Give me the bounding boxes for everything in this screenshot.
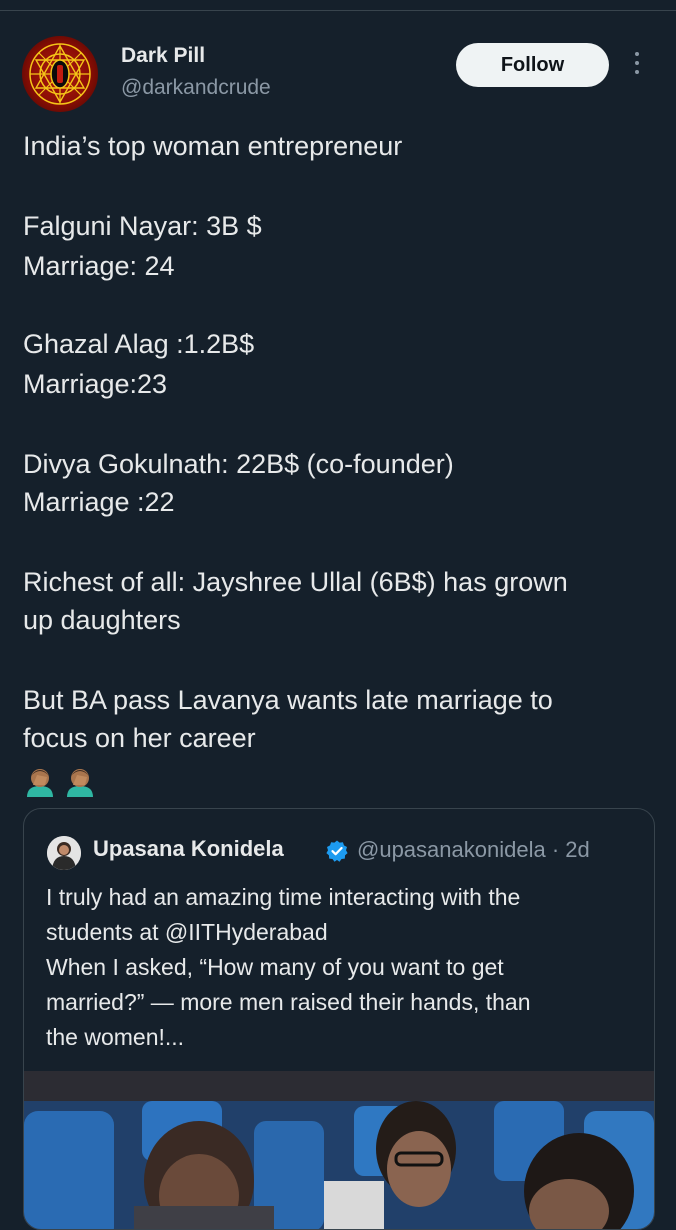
quoted-text-line: married?” — more men raised their hands,… — [46, 989, 531, 1015]
quoted-text-line: I truly had an amazing time interacting … — [46, 884, 521, 910]
quoted-text-line: students at @IITHyderabad — [46, 919, 328, 945]
quoted-text-line: When I asked, “How many of you want to g… — [46, 954, 504, 980]
quoted-author-handle-and-time[interactable]: @upasanakonidela · 2d — [357, 837, 590, 863]
tweet-text-line: Marriage :22 — [23, 487, 175, 517]
tweet-text-line: focus on her career — [23, 723, 256, 753]
avatar-emblem-icon — [29, 43, 91, 105]
facepalm-icon — [27, 769, 53, 797]
author-handle[interactable]: @darkandcrude — [121, 76, 271, 100]
tweet-text-line: up daughters — [23, 605, 181, 635]
auditorium-photo-icon — [24, 1071, 654, 1229]
tweet-text-line: Ghazal Alag :1.2B$ — [23, 329, 255, 359]
quoted-tweet-photo[interactable] — [24, 1071, 654, 1229]
tweet-text-line: Falguni Nayar: 3B $ — [23, 211, 262, 241]
author-avatar[interactable] — [22, 36, 98, 112]
quoted-author-avatar[interactable] — [47, 836, 81, 870]
tweet-text-line: Divya Gokulnath: 22B$ (co-founder) — [23, 449, 454, 479]
quoted-author-name[interactable]: Upasana Konidela — [93, 836, 284, 862]
top-divider — [0, 10, 676, 11]
quoted-tweet-time[interactable]: · 2d — [552, 837, 590, 862]
tweet-text-line: Marriage: 24 — [23, 251, 175, 281]
tweet-text-line: India’s top woman entrepreneur — [23, 131, 403, 161]
author-display-name[interactable]: Dark Pill — [121, 44, 205, 68]
facepalm-emoji-row — [23, 765, 97, 797]
more-options-icon[interactable] — [630, 52, 644, 80]
tweet-text-line: Marriage:23 — [23, 369, 168, 399]
quoted-author-handle[interactable]: @upasanakonidela — [357, 837, 546, 862]
quoted-avatar-photo-icon — [47, 836, 81, 870]
quoted-text-line: the women!... — [46, 1024, 185, 1050]
tweet-text-line: Richest of all: Jayshree Ullal (6B$) has… — [23, 567, 568, 597]
facepalm-icon — [67, 769, 93, 797]
quoted-tweet-card[interactable]: Upasana Konidela @upasanakonidela · 2d I… — [23, 808, 655, 1230]
verified-badge-icon — [326, 840, 348, 862]
tweet-text-line: But BA pass Lavanya wants late marriage … — [23, 685, 553, 715]
follow-button[interactable]: Follow — [456, 43, 609, 87]
